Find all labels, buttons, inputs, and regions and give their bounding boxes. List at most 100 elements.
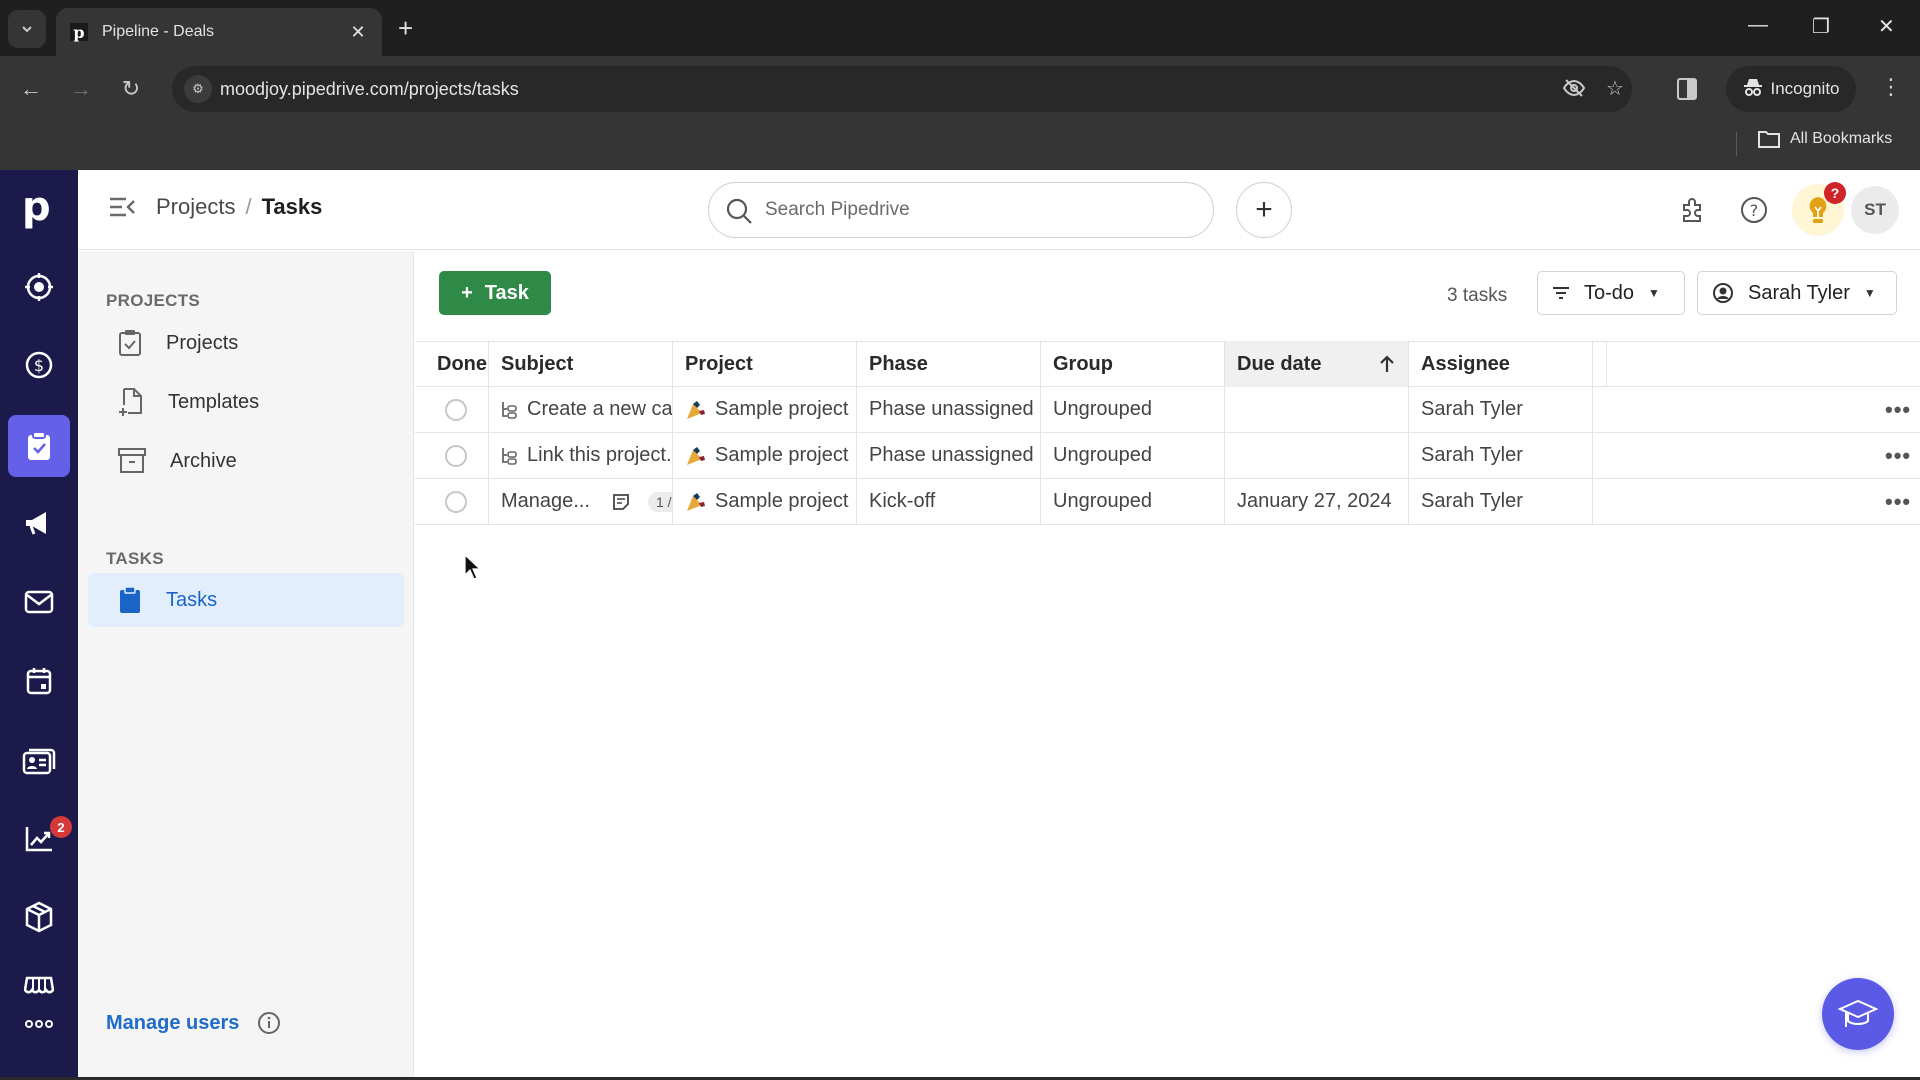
mouse-cursor-icon (464, 554, 482, 580)
done-checkbox[interactable] (445, 490, 467, 513)
column-header-done[interactable]: Done (415, 341, 489, 387)
quick-add-button[interactable]: + (1236, 182, 1292, 238)
party-popper-icon (685, 491, 707, 513)
column-header-subject[interactable]: Subject (489, 341, 673, 387)
user-avatar[interactable]: ST (1851, 186, 1899, 234)
sidebar-item-projects[interactable]: Projects (88, 316, 404, 370)
sidebar-item-templates[interactable]: Templates (88, 375, 404, 429)
subject-cell[interactable]: Manage... 1 / 1 (489, 478, 673, 525)
extensions-puzzle-icon[interactable] (1674, 190, 1714, 230)
done-checkbox[interactable] (445, 444, 467, 467)
bookmark-star-icon[interactable]: ☆ (1606, 76, 1624, 101)
subtask-hierarchy-icon (501, 401, 517, 419)
caret-down-icon: ▼ (1863, 286, 1876, 300)
reload-icon[interactable]: ↻ (116, 74, 146, 104)
tab-search-button[interactable] (8, 10, 46, 48)
column-header-phase[interactable]: Phase (857, 341, 1041, 387)
nav-contacts[interactable] (8, 730, 70, 792)
collapse-sidebar-icon[interactable] (108, 196, 136, 223)
nav-leads[interactable] (8, 256, 70, 318)
nav-mail[interactable] (8, 571, 70, 633)
subject-text: Manage... (501, 490, 590, 512)
incognito-indicator[interactable]: Incognito (1726, 66, 1856, 112)
leads-target-icon (25, 273, 53, 301)
row-more-options-icon[interactable]: ••• (1885, 443, 1911, 469)
assignee-cell[interactable]: Sarah Tyler (1409, 386, 1593, 433)
column-resize-handle[interactable] (1593, 341, 1607, 387)
row-more-options-icon[interactable]: ••• (1885, 397, 1911, 423)
project-cell[interactable]: Sample project (673, 478, 857, 525)
group-cell[interactable]: Ungrouped (1041, 478, 1225, 525)
nav-activities[interactable] (8, 650, 70, 712)
project-name: Sample project (715, 398, 849, 420)
phase-cell[interactable]: Kick-off (857, 478, 1041, 525)
tab-close-icon[interactable]: ✕ (348, 22, 368, 43)
done-cell (415, 478, 489, 525)
forward-icon[interactable]: → (66, 74, 96, 104)
assignee-cell[interactable]: Sarah Tyler (1409, 432, 1593, 479)
subtask-hierarchy-icon (501, 447, 517, 465)
add-task-button[interactable]: + Task (439, 271, 551, 315)
table-row[interactable]: Create a new ca... Sample project Phase … (415, 386, 1920, 433)
site-info-icon[interactable]: ⚙ (184, 75, 212, 103)
academy-help-button[interactable] (1822, 978, 1894, 1050)
nav-more[interactable] (8, 1004, 70, 1044)
project-cell[interactable]: Sample project (673, 432, 857, 479)
group-cell[interactable]: Ungrouped (1041, 432, 1225, 479)
subject-cell[interactable]: Create a new ca... (489, 386, 673, 433)
due-date-cell[interactable] (1225, 386, 1409, 433)
column-header-group[interactable]: Group (1041, 341, 1225, 387)
column-header-assignee[interactable]: Assignee (1409, 341, 1593, 387)
assignee-cell[interactable]: Sarah Tyler (1409, 478, 1593, 525)
manage-users-label: Manage users (106, 1011, 240, 1034)
table-row[interactable]: Manage... 1 / 1 Sample project Kick-off … (415, 478, 1920, 525)
project-cell[interactable]: Sample project (673, 386, 857, 433)
close-window-icon[interactable]: ✕ (1878, 14, 1895, 39)
address-bar[interactable]: ⚙ moodjoy.pipedrive.com/projects/tasks ☆ (172, 66, 1632, 112)
due-date-header-label: Due date (1237, 352, 1322, 375)
restore-window-icon[interactable]: ❐ (1812, 14, 1830, 39)
phase-cell[interactable]: Phase unassigned (857, 386, 1041, 433)
subject-cell[interactable]: Link this project... (489, 432, 673, 479)
table-row[interactable]: Link this project... Sample project Phas… (415, 432, 1920, 479)
help-question-icon[interactable]: ? (1734, 190, 1774, 230)
due-date-cell[interactable]: January 27, 2024 (1225, 478, 1409, 525)
side-panel-icon[interactable] (1672, 74, 1702, 104)
minimize-window-icon[interactable]: — (1748, 14, 1768, 37)
manage-users-link[interactable]: Manage users (106, 1011, 281, 1035)
browser-tab[interactable]: p Pipeline - Deals ✕ (56, 8, 382, 56)
nav-insights[interactable] (8, 808, 70, 870)
search-input[interactable] (765, 199, 1185, 221)
back-icon[interactable]: ← (16, 74, 46, 104)
info-icon[interactable] (257, 1011, 281, 1035)
sidebar-item-archive[interactable]: Archive (88, 434, 404, 488)
sort-ascending-arrow-icon[interactable] (1378, 354, 1396, 374)
column-header-project[interactable]: Project (673, 341, 857, 387)
page-title: Tasks (261, 194, 323, 219)
row-more-options-icon[interactable]: ••• (1885, 489, 1911, 515)
plus-icon: + (461, 281, 473, 304)
nav-campaigns[interactable] (8, 492, 70, 554)
group-cell[interactable]: Ungrouped (1041, 386, 1225, 433)
nav-projects[interactable] (8, 415, 70, 477)
global-search[interactable] (708, 182, 1214, 238)
deals-dollar-icon: $ (25, 351, 53, 379)
column-header-due-date[interactable]: Due date (1225, 341, 1409, 387)
nav-products[interactable] (8, 886, 70, 948)
breadcrumb-projects-link[interactable]: Projects (156, 194, 235, 220)
sidebar-item-tasks[interactable]: Tasks (88, 573, 404, 627)
browser-menu-icon[interactable]: ⋮ (1880, 74, 1902, 100)
phase-cell[interactable]: Phase unassigned (857, 432, 1041, 479)
done-checkbox[interactable] (445, 398, 467, 421)
folder-icon (1758, 131, 1780, 148)
pipedrive-logo[interactable]: p (22, 184, 51, 230)
due-date-cell[interactable] (1225, 432, 1409, 479)
all-bookmarks-button[interactable]: All Bookmarks (1758, 130, 1892, 148)
new-tab-button[interactable]: + (398, 14, 413, 42)
insights-chart-icon (25, 827, 52, 852)
nav-deals[interactable]: $ (8, 334, 70, 396)
status-filter-dropdown[interactable]: To-do ▼ (1537, 271, 1685, 315)
url-text: moodjoy.pipedrive.com/projects/tasks (220, 78, 519, 99)
tracking-eye-off-icon[interactable] (1562, 76, 1586, 106)
assignee-filter-dropdown[interactable]: Sarah Tyler ▼ (1697, 271, 1897, 315)
